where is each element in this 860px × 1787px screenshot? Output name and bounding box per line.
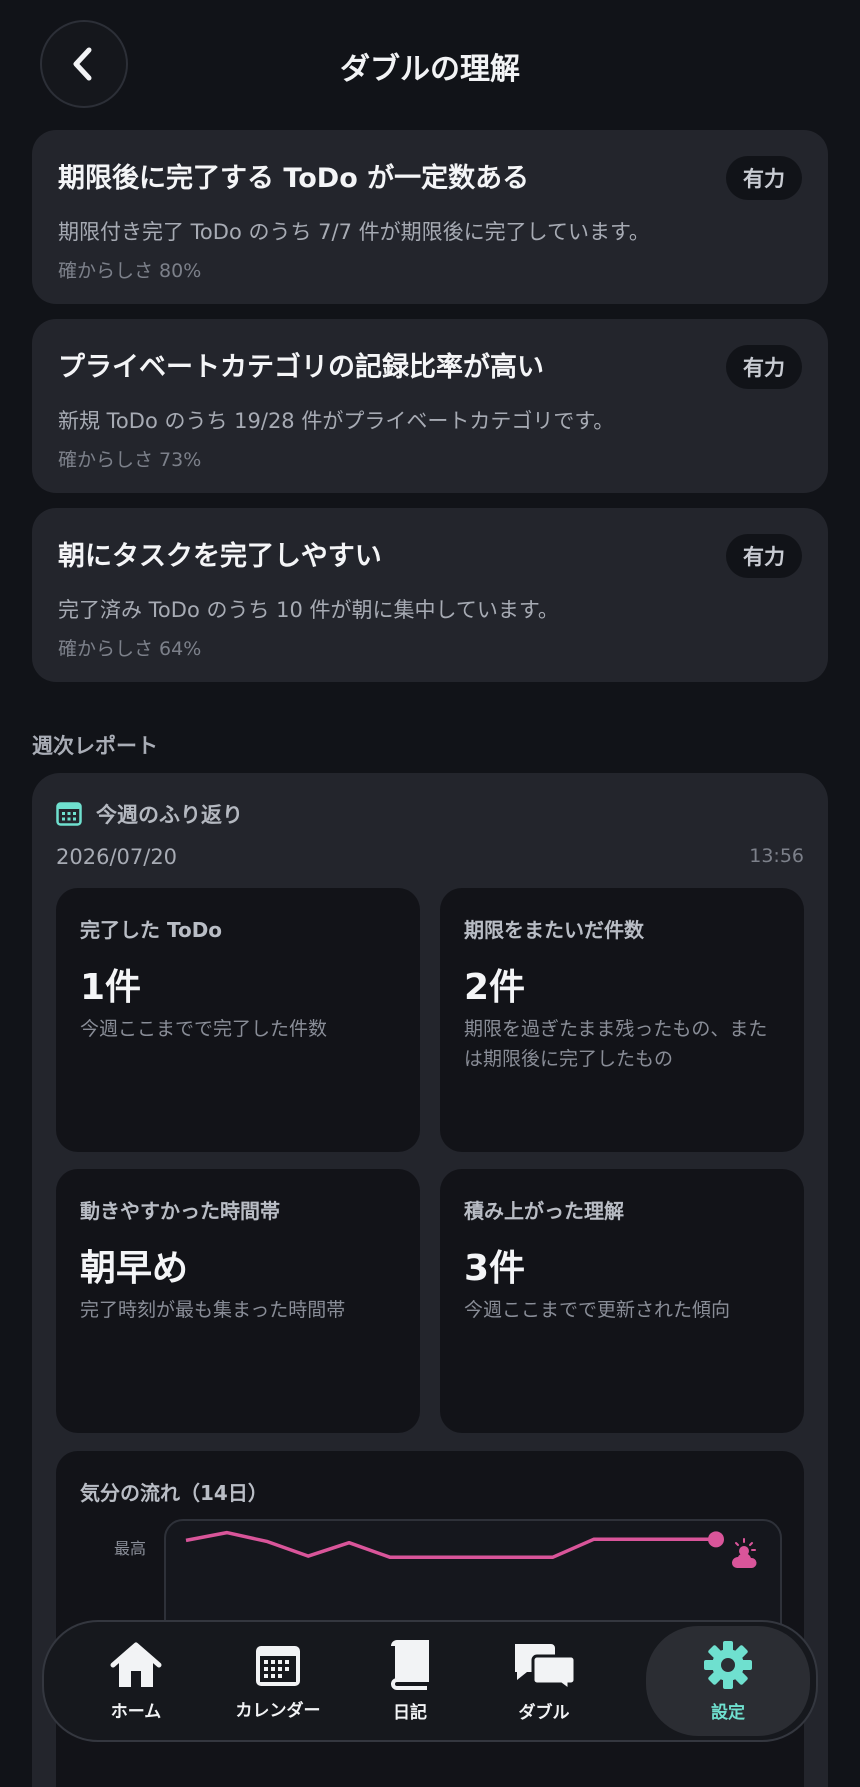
report-date: 2026/07/20: [56, 845, 178, 869]
stat-value: 2件: [464, 967, 526, 1008]
nav-label: 日記: [393, 1702, 427, 1723]
stat-note: 今週ここまでで完了した件数: [80, 1018, 328, 1040]
chat-bubbles-icon: [515, 1643, 577, 1690]
report-time: 13:56: [749, 845, 804, 867]
nav-label: 設定: [711, 1702, 745, 1723]
report-header: 今週のふり返り: [56, 799, 243, 829]
stat-value: 朝早め: [80, 1248, 189, 1289]
report-card-title: 今週のふり返り: [96, 803, 243, 827]
insight-confidence: 確からしさ 73%: [58, 449, 202, 471]
page-title: ダブルの理解: [340, 52, 520, 87]
status-badge: 有力: [726, 534, 802, 578]
stat-value: 3件: [464, 1248, 526, 1289]
stat-value: 1件: [80, 967, 142, 1008]
book-icon: [391, 1639, 429, 1690]
insight-confidence: 確からしさ 80%: [58, 260, 202, 282]
stat-card-completed-todo: 完了した ToDo 1件 今週ここまでで完了した件数: [56, 888, 420, 1152]
nav-item-home[interactable]: ホーム: [66, 1626, 206, 1736]
status-badge: 有力: [726, 156, 802, 200]
section-label-weekly-report: 週次レポート: [32, 734, 158, 758]
stat-card-overdue: 期限をまたいだ件数 2件 期限を過ぎたまま残ったもの、または期限後に完了したもの: [440, 888, 804, 1152]
nav-item-double[interactable]: ダブル: [474, 1626, 614, 1736]
insight-card[interactable]: 朝にタスクを完了しやすい 有力 完了済み ToDo のうち 10 件が朝に集中し…: [32, 508, 828, 682]
home-icon: [110, 1642, 162, 1687]
bottom-nav: ホーム カレンダー 日記 ダブル 設定: [42, 1620, 818, 1742]
nav-item-diary[interactable]: 日記: [340, 1626, 480, 1736]
insight-card[interactable]: プライベートカテゴリの記録比率が高い 有力 新規 ToDo のうち 19/28 …: [32, 319, 828, 493]
stat-label: 期限をまたいだ件数: [464, 918, 644, 942]
insight-description: 期限付き完了 ToDo のうち 7/7 件が期限後に完了しています。: [58, 220, 650, 244]
calendar-icon: [256, 1645, 300, 1686]
nav-item-settings[interactable]: 設定: [646, 1626, 810, 1736]
nav-label: ホーム: [110, 1701, 162, 1722]
insight-card[interactable]: 期限後に完了する ToDo が一定数ある 有力 期限付き完了 ToDo のうち …: [32, 130, 828, 304]
nav-label: ダブル: [518, 1702, 570, 1723]
gear-icon: [704, 1640, 752, 1689]
status-badge: 有力: [726, 345, 802, 389]
insight-confidence: 確からしさ 64%: [58, 638, 202, 660]
insight-title: 期限後に完了する ToDo が一定数ある: [58, 163, 530, 194]
stat-label: 動きやすかった時間帯: [80, 1199, 280, 1223]
stat-note: 期限を過ぎたまま残ったもの、または期限後に完了したもの: [464, 1018, 768, 1070]
stat-note: 完了時刻が最も集まった時間帯: [80, 1299, 346, 1321]
stat-label: 積み上がった理解: [464, 1199, 624, 1223]
insight-title: プライベートカテゴリの記録比率が高い: [58, 352, 544, 383]
insight-description: 完了済み ToDo のうち 10 件が朝に集中しています。: [58, 598, 559, 622]
mood-axis-top-label: 最高: [114, 1539, 147, 1558]
stat-note: 今週ここまでで更新された傾向: [464, 1299, 731, 1321]
mood-latest-point: [708, 1531, 724, 1548]
stat-card-understanding: 積み上がった理解 3件 今週ここまでで更新された傾向: [440, 1169, 804, 1433]
stat-label: 完了した ToDo: [80, 918, 223, 942]
insight-description: 新規 ToDo のうち 19/28 件がプライベートカテゴリです。: [58, 409, 615, 433]
header: ダブルの理解: [0, 0, 860, 128]
mood-title: 気分の流れ（14日）: [80, 1481, 268, 1505]
nav-item-calendar[interactable]: カレンダー: [208, 1626, 348, 1736]
calendar-icon: [56, 802, 82, 826]
nav-label: カレンダー: [235, 1700, 321, 1721]
stat-card-active-time: 動きやすかった時間帯 朝早め 完了時刻が最も集まった時間帯: [56, 1169, 420, 1433]
insight-title: 朝にタスクを完了しやすい: [58, 541, 382, 572]
